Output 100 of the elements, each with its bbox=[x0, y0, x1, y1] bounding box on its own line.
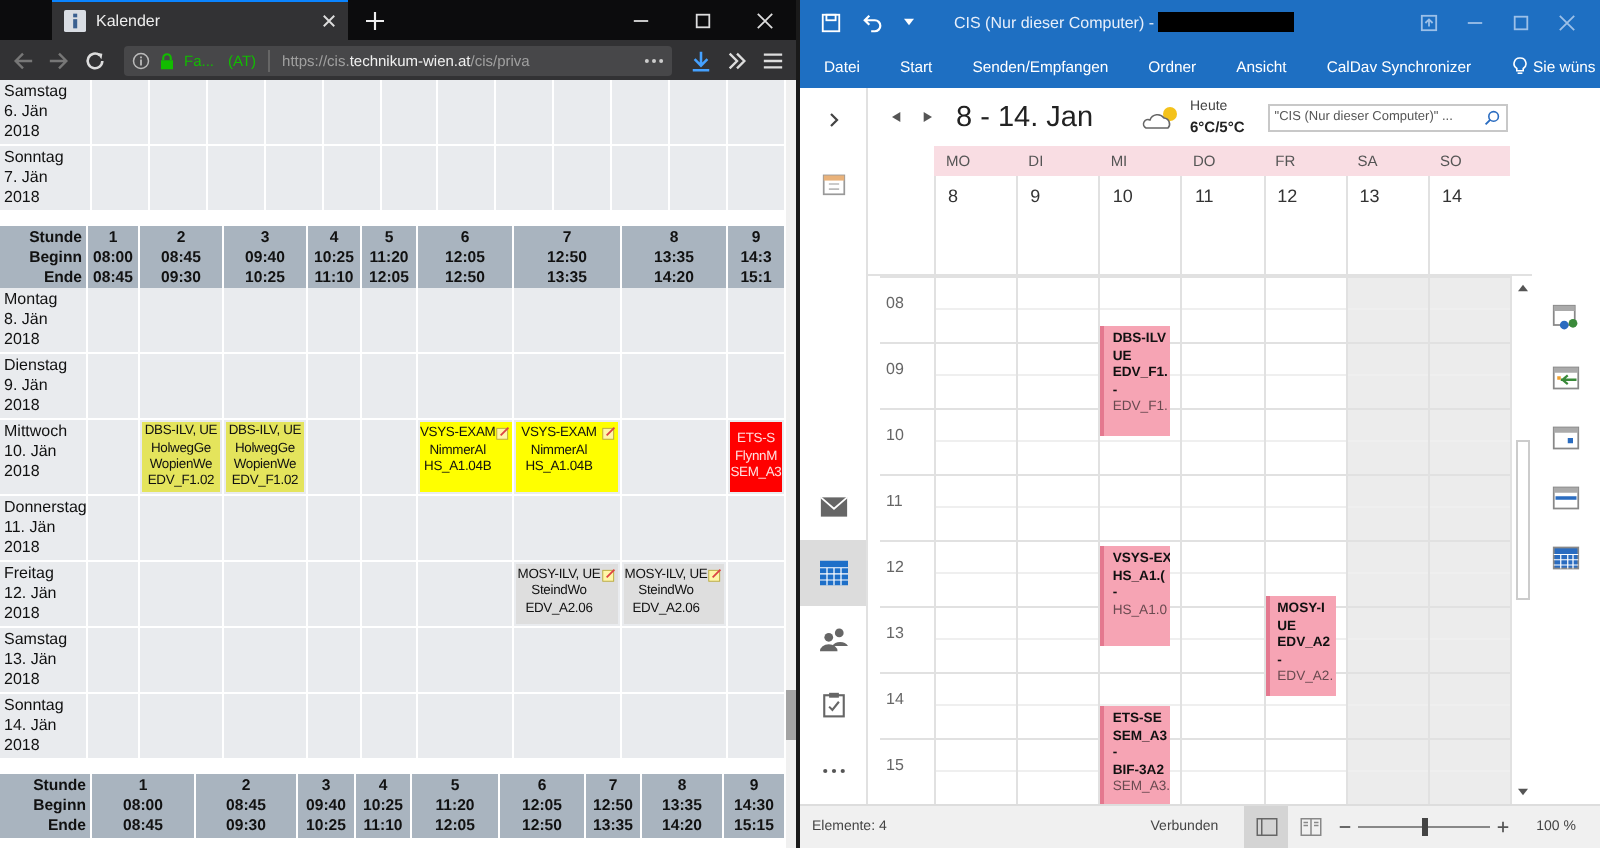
save-icon[interactable] bbox=[820, 11, 842, 33]
caret-icon[interactable] bbox=[904, 18, 914, 26]
note-icon[interactable] bbox=[602, 426, 616, 441]
table-cell bbox=[514, 288, 622, 355]
close-icon[interactable] bbox=[756, 11, 774, 29]
scroll-up-icon[interactable] bbox=[1517, 284, 1528, 292]
clipboard-icon bbox=[819, 692, 847, 718]
table-cell bbox=[381, 80, 439, 146]
table-cell bbox=[265, 80, 324, 146]
note-icon[interactable] bbox=[602, 568, 616, 583]
normal-view-icon bbox=[1255, 818, 1278, 836]
day-label: Sonntag 7. Jän 2018 bbox=[0, 146, 92, 212]
table-cell bbox=[88, 288, 140, 355]
hour-label: 13 bbox=[886, 624, 904, 642]
double-chevron-icon[interactable] bbox=[726, 49, 748, 71]
calendar-day-icon[interactable] bbox=[1552, 424, 1581, 452]
previous-icon[interactable] bbox=[892, 112, 902, 122]
lightbulb-icon bbox=[1511, 56, 1528, 76]
day-label: Freitag 12. Jän 2018 bbox=[0, 562, 88, 629]
table-cell bbox=[308, 288, 362, 355]
hour-label: 15 bbox=[886, 756, 904, 774]
table-cell bbox=[140, 288, 224, 355]
note-icon[interactable] bbox=[708, 568, 722, 583]
table-cell bbox=[728, 288, 786, 355]
people-icon bbox=[819, 626, 847, 652]
table-cell bbox=[728, 80, 786, 146]
minus-icon[interactable] bbox=[1338, 820, 1353, 834]
date-range: 8 - 14. Jan bbox=[956, 101, 1096, 133]
scrollbar[interactable] bbox=[1510, 276, 1533, 804]
table-cell bbox=[728, 694, 786, 761]
day-number[interactable]: 13 bbox=[1345, 176, 1428, 216]
maximize-icon[interactable] bbox=[694, 11, 712, 29]
table-cell bbox=[149, 80, 208, 146]
info-icon[interactable] bbox=[132, 51, 150, 69]
calendar-people-icon[interactable] bbox=[1552, 304, 1581, 332]
table-cell bbox=[224, 288, 308, 355]
table-cell bbox=[362, 354, 418, 421]
table-cell bbox=[728, 628, 786, 695]
table-cell bbox=[88, 354, 140, 421]
scrollbar[interactable] bbox=[786, 80, 796, 848]
more-icon[interactable] bbox=[644, 57, 664, 63]
hour-label: 10 bbox=[886, 426, 904, 444]
day-label: Mittwoch 10. Jän 2018 bbox=[0, 420, 88, 497]
table-cell bbox=[622, 288, 728, 355]
forward-arrow-icon[interactable] bbox=[48, 49, 70, 71]
back-arrow-icon[interactable] bbox=[12, 49, 34, 71]
calendar-icon bbox=[819, 560, 847, 586]
scroll-down-icon[interactable] bbox=[1517, 788, 1528, 796]
hour-label: 11 bbox=[886, 492, 903, 510]
table-cell bbox=[670, 80, 729, 146]
day-label: Donnerstag 11. Jän 2018 bbox=[0, 496, 88, 563]
lock-icon bbox=[158, 51, 176, 69]
table-cell bbox=[418, 288, 514, 355]
view-button[interactable] bbox=[1244, 806, 1289, 848]
day-label: Sonntag 14. Jän 2018 bbox=[0, 694, 88, 761]
ribbon-display-icon[interactable] bbox=[1420, 13, 1438, 31]
day-label: Samstag 6. Jän 2018 bbox=[0, 80, 92, 146]
reading-view-icon bbox=[1299, 818, 1322, 836]
note-icon[interactable] bbox=[495, 426, 510, 441]
reload-icon[interactable] bbox=[84, 49, 106, 71]
day-number[interactable]: 9 bbox=[1016, 176, 1099, 216]
table-cell bbox=[622, 354, 728, 421]
redacted-block bbox=[1158, 12, 1295, 32]
table-cell bbox=[323, 80, 382, 146]
day-number[interactable]: 14 bbox=[1427, 176, 1511, 216]
table-cell bbox=[554, 80, 613, 146]
table-cell bbox=[496, 80, 555, 146]
table-cell bbox=[92, 80, 150, 146]
close-icon[interactable] bbox=[322, 14, 336, 28]
hour-label: 14 bbox=[886, 690, 904, 708]
table-cell bbox=[612, 80, 671, 146]
day-label: Samstag 13. Jän 2018 bbox=[0, 628, 88, 695]
hour-label: 09 bbox=[886, 360, 904, 378]
next-icon[interactable] bbox=[922, 112, 932, 122]
menu-icon[interactable] bbox=[762, 49, 784, 71]
zoom-slider-thumb[interactable] bbox=[1422, 818, 1429, 836]
nav-button[interactable] bbox=[800, 540, 866, 606]
day-number[interactable]: 12 bbox=[1263, 176, 1346, 216]
day-label: Dienstag 9. Jän 2018 bbox=[0, 354, 88, 421]
search-icon[interactable] bbox=[1484, 109, 1501, 125]
mail-icon bbox=[819, 494, 847, 520]
plus-icon[interactable] bbox=[1496, 820, 1511, 834]
calendar-month-icon[interactable] bbox=[1552, 544, 1581, 572]
page-info-icon bbox=[64, 10, 86, 32]
hour-label: 08 bbox=[886, 294, 904, 312]
table-cell bbox=[362, 288, 418, 355]
day-label: Montag 8. Jän 2018 bbox=[0, 288, 88, 355]
day-number[interactable]: 8 bbox=[934, 176, 1017, 216]
table-cell bbox=[207, 80, 266, 146]
calendar-week-icon[interactable] bbox=[1552, 484, 1581, 512]
calendar-icon[interactable] bbox=[821, 172, 845, 196]
download-icon[interactable] bbox=[690, 49, 712, 71]
window-title: CIS (Nur dieser Computer) - bbox=[954, 13, 1157, 31]
day-number[interactable]: 10 bbox=[1098, 176, 1181, 216]
browser-tab[interactable]: Kalender bbox=[52, 0, 348, 40]
chevron-right-icon[interactable] bbox=[827, 112, 839, 128]
hour-label: 12 bbox=[886, 558, 904, 576]
table-cell bbox=[438, 80, 497, 146]
day-number[interactable]: 11 bbox=[1180, 176, 1264, 216]
undo-icon[interactable] bbox=[862, 11, 884, 33]
